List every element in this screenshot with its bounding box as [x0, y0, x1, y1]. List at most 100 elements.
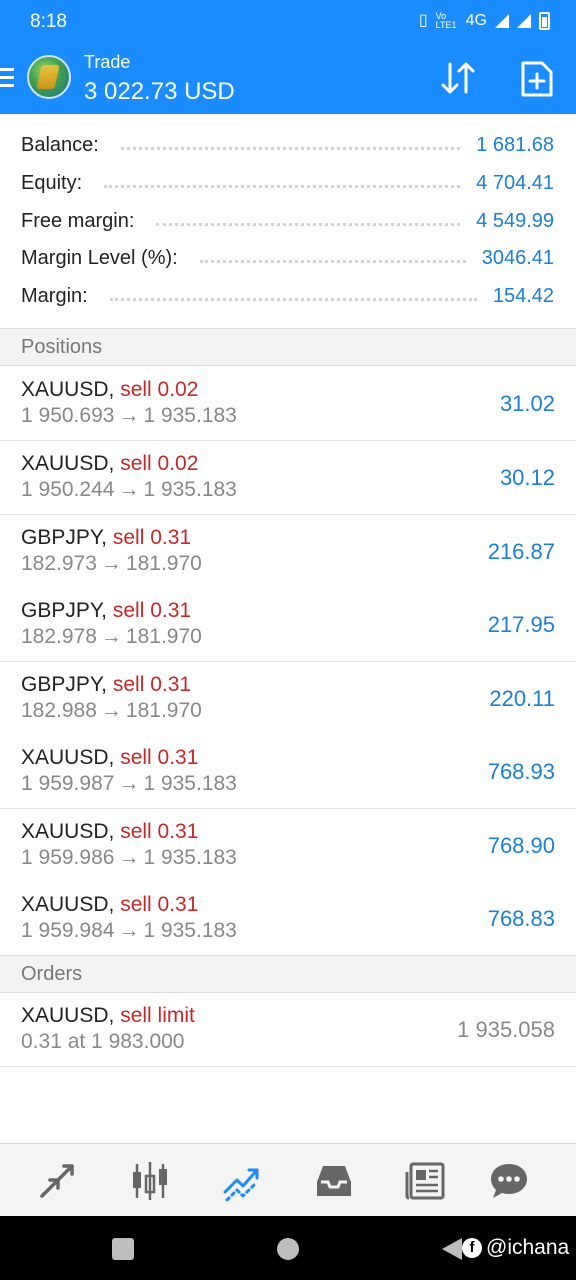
balance-label: Balance: [21, 133, 99, 156]
chat-icon[interactable] [488, 1160, 530, 1202]
menu-icon[interactable] [0, 68, 14, 88]
free-margin-label: Free margin: [21, 209, 135, 232]
positions-title: Positions [21, 336, 103, 358]
position-row[interactable]: XAUUSD, sell 0.31 1 959.984 → 1 935.183 76… [0, 882, 576, 956]
position-profit: 31.02 [499, 391, 555, 416]
position-title: GBPJPY, sell 0.31 [21, 599, 191, 623]
facebook-icon: f [462, 1238, 482, 1258]
candlestick-icon[interactable] [129, 1160, 171, 1202]
position-symbol: GBPJPY, [21, 673, 107, 696]
account-summary: Balance: 1 681.68 Equity: 4 704.41 Free … [0, 114, 576, 328]
balance-value: 1 681.68 [476, 133, 554, 156]
dotted-leader [156, 222, 461, 226]
position-title: XAUUSD, sell 0.31 [21, 893, 198, 917]
position-row[interactable]: XAUUSD, sell 0.02 1 950.244 → 1 935.183 30… [0, 441, 576, 515]
order-symbol: XAUUSD, [21, 1004, 115, 1027]
position-row[interactable]: GBPJPY, sell 0.31 182.973 → 181.970 216.87 [0, 515, 576, 589]
open-price: 1 959.984 [21, 919, 115, 942]
position-title: XAUUSD, sell 0.02 [21, 378, 198, 402]
back-button[interactable] [442, 1238, 462, 1260]
position-profit: 30.12 [499, 465, 555, 490]
summary-row-equity: Equity: 4 704.41 [21, 166, 554, 200]
position-row[interactable]: XAUUSD, sell 0.31 1 959.987 → 1 935.183 76… [0, 735, 576, 809]
dotted-leader [104, 184, 461, 188]
watermark: f @ichana [462, 1236, 569, 1260]
margin-label: Margin: [21, 284, 88, 307]
position-prices: 182.988 → 181.970 [21, 699, 202, 723]
signal-icon-2 [517, 14, 531, 28]
vibrate-icon: ▯ [418, 12, 428, 29]
order-price: 1 935.058 [457, 1017, 555, 1042]
position-prices: 182.973 → 181.970 [21, 552, 202, 576]
order-detail: 0.31 at 1 983.000 [21, 1030, 185, 1053]
position-title: XAUUSD, sell 0.31 [21, 820, 198, 844]
equity-label: Equity: [21, 171, 83, 194]
position-profit: 768.90 [487, 833, 555, 858]
position-row[interactable]: XAUUSD, sell 0.02 1 950.693 → 1 935.183 31… [0, 367, 576, 441]
position-profit: 216.87 [487, 539, 555, 564]
current-price: 181.970 [125, 552, 202, 575]
arrow-right-icon: → [100, 699, 122, 722]
summary-row-margin: Margin: 154.42 [21, 279, 554, 313]
margin-value: 154.42 [492, 284, 554, 307]
position-profit: 768.93 [487, 759, 555, 784]
volte-icon: Vo LTE1 [435, 11, 457, 30]
signal-icon [495, 14, 509, 28]
open-price: 1 959.986 [21, 846, 115, 869]
summary-row-margin-level: Margin Level (%): 3046.41 [21, 241, 554, 275]
open-price: 1 959.987 [21, 772, 115, 795]
current-price: 181.970 [125, 625, 202, 648]
position-prices: 1 950.693 → 1 935.183 [21, 404, 237, 428]
position-side: sell 0.31 [120, 893, 199, 916]
inbox-icon[interactable] [313, 1160, 355, 1202]
open-price: 1 950.244 [21, 478, 115, 501]
arrow-right-icon: → [118, 919, 140, 942]
summary-row-balance: Balance: 1 681.68 [21, 128, 554, 162]
position-side: sell 0.02 [120, 452, 199, 475]
order-title: XAUUSD, sell limit [21, 1004, 195, 1028]
orders-section-header: Orders [0, 955, 576, 993]
position-symbol: GBPJPY, [21, 599, 107, 622]
open-price: 182.978 [21, 625, 97, 648]
arrow-right-icon: → [118, 404, 140, 427]
position-row[interactable]: GBPJPY, sell 0.31 182.978 → 181.970 217.95 [0, 588, 576, 662]
order-side: sell limit [120, 1004, 195, 1027]
position-side: sell 0.02 [120, 378, 199, 401]
current-price: 1 935.183 [143, 772, 237, 795]
current-price: 1 935.183 [143, 846, 237, 869]
position-side: sell 0.31 [112, 526, 192, 549]
position-row[interactable]: GBPJPY, sell 0.31 182.988 → 181.970 220.11 [0, 662, 576, 736]
status-icons: ▯ Vo LTE1 4G [419, 11, 550, 31]
summary-row-free-margin: Free margin: 4 549.99 [21, 204, 554, 238]
position-symbol: XAUUSD, [21, 746, 115, 769]
sort-icon[interactable] [438, 58, 478, 98]
position-profit: 768.83 [487, 906, 555, 931]
recents-button[interactable] [112, 1238, 134, 1260]
trend-icon[interactable] [221, 1160, 263, 1202]
home-button[interactable] [277, 1238, 299, 1260]
position-prices: 1 959.986 → 1 935.183 [21, 846, 237, 870]
arrow-right-icon: → [100, 625, 122, 648]
network-label: 4G [465, 12, 487, 29]
position-side: sell 0.31 [120, 746, 199, 769]
position-prices: 1 959.984 → 1 935.183 [21, 919, 237, 943]
metatrader-logo-icon [27, 55, 71, 99]
new-order-icon[interactable] [520, 61, 554, 97]
open-price: 182.988 [21, 699, 97, 722]
order-row[interactable]: XAUUSD, sell limit 0.31 at 1 983.000 1 9… [0, 993, 576, 1067]
position-symbol: XAUUSD, [21, 820, 115, 843]
position-symbol: XAUUSD, [21, 893, 115, 916]
position-row[interactable]: XAUUSD, sell 0.31 1 959.986 → 1 935.183 76… [0, 809, 576, 883]
position-title: XAUUSD, sell 0.02 [21, 452, 198, 476]
battery-icon [539, 12, 550, 30]
position-prices: 1 959.987 → 1 935.183 [21, 772, 237, 796]
arrows-icon[interactable] [36, 1160, 78, 1202]
position-prices: 182.978 → 181.970 [21, 625, 202, 649]
position-side: sell 0.31 [120, 820, 199, 843]
margin-level-label: Margin Level (%): [21, 246, 178, 269]
position-title: GBPJPY, sell 0.31 [21, 526, 191, 550]
open-price: 182.973 [21, 552, 97, 575]
newspaper-icon[interactable] [405, 1160, 447, 1202]
dotted-leader [120, 146, 461, 150]
watermark-handle: @ichana [486, 1236, 570, 1259]
